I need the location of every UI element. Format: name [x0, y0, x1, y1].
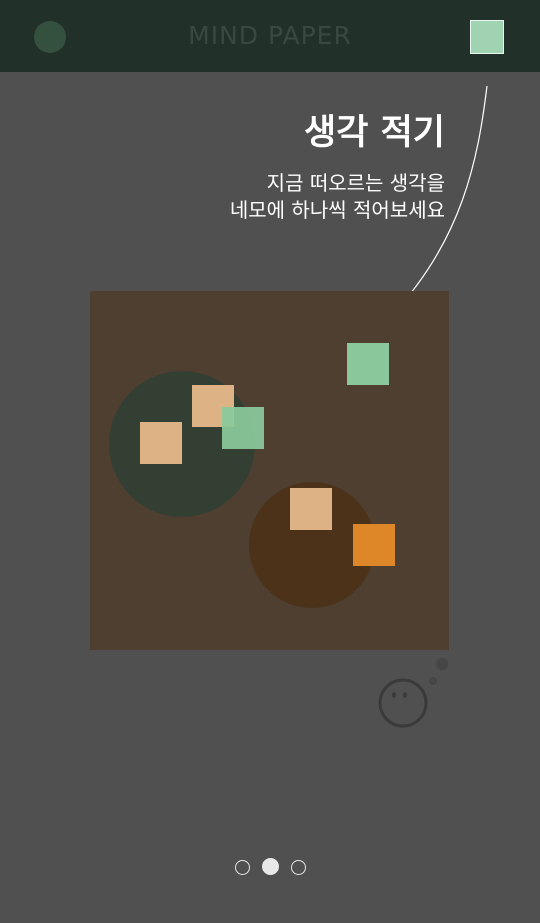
page-dot-3[interactable] [290, 860, 306, 875]
onboarding-screen: MIND PAPER 생각 적기 지금 떠오르는 생각을 네모에 하나씩 적어보… [0, 0, 540, 923]
page-indicator [0, 858, 540, 875]
thinking-face-icon [378, 658, 448, 728]
page-dot-1[interactable] [234, 860, 250, 875]
page-dot-2-active[interactable] [261, 858, 279, 875]
